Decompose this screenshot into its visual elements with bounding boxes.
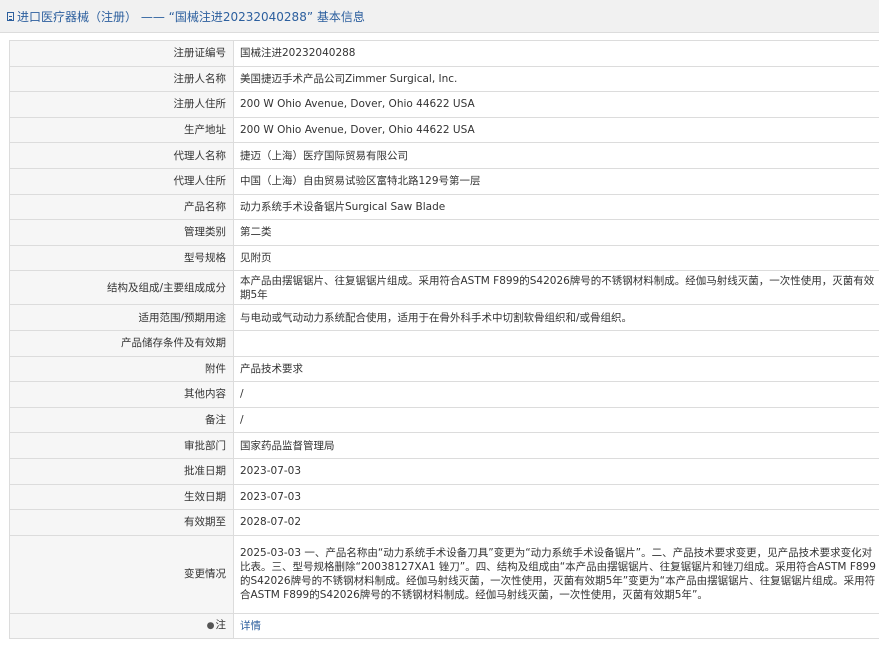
row-value: 2023-07-03 — [233, 483, 879, 511]
table-row: 有效期至 2028-07-02 — [9, 509, 879, 536]
table-row: 注册人名称 美国捷迈手术产品公司Zimmer Surgical, Inc. — [9, 65, 879, 93]
note-label: 注 — [215, 619, 227, 632]
table-row: 型号规格 见附页 — [9, 244, 879, 272]
row-label: 代理人住所 — [9, 167, 234, 195]
row-value: 与电动或气动动力系统配合使用，适用于在骨外科手术中切割软骨组织和/或骨组织。 — [233, 304, 879, 331]
row-label: 生效日期 — [9, 483, 234, 511]
details-link[interactable]: 详情 — [240, 620, 261, 632]
page-title-bar: 进口医疗器械（注册） —— “国械注进20232040288” 基本信息 — [0, 0, 879, 33]
row-label: 备注 — [9, 406, 234, 434]
table-row: 其他内容 / — [9, 381, 879, 408]
row-label: 有效期至 — [9, 509, 234, 536]
table-row: 批准日期 2023-07-03 — [9, 457, 879, 485]
row-value: 见附页 — [233, 244, 879, 272]
row-label: 注册人住所 — [9, 91, 234, 118]
row-value: 中国（上海）自由贸易试验区富特北路129号第一层 — [233, 167, 879, 195]
row-value: 国械注进20232040288 — [233, 40, 879, 67]
table-row: 适用范围/预期用途 与电动或气动动力系统配合使用，适用于在骨外科手术中切割软骨组织… — [9, 304, 879, 331]
table-row: 备注 / — [9, 406, 879, 434]
row-value: 动力系统手术设备锯片Surgical Saw Blade — [233, 193, 879, 221]
row-label: 代理人名称 — [9, 142, 234, 169]
table-row: 结构及组成/主要组成成分 本产品由摆锯锯片、往复锯锯片组成。采用符合ASTM F8… — [9, 270, 879, 306]
table-row: 注册证编号 国械注进20232040288 — [9, 40, 879, 67]
row-label: 批准日期 — [9, 457, 234, 485]
note-label-cell: ●注 — [9, 612, 234, 640]
row-label: 审批部门 — [9, 432, 234, 459]
row-value: 2023-07-03 — [233, 457, 879, 485]
row-value: 200 W Ohio Avenue, Dover, Ohio 44622 USA — [233, 91, 879, 118]
document-icon — [7, 11, 14, 21]
row-value: 捷迈（上海）医疗国际贸易有限公司 — [233, 142, 879, 169]
row-label: 适用范围/预期用途 — [9, 304, 234, 331]
table-row: 管理类别 第二类 — [9, 219, 879, 246]
row-value: 200 W Ohio Avenue, Dover, Ohio 44622 USA — [233, 116, 879, 144]
table-row: 附件 产品技术要求 — [9, 355, 879, 383]
info-table: 注册证编号 国械注进20232040288 注册人名称 美国捷迈手术产品公司Zimm… — [9, 40, 879, 640]
row-label: 型号规格 — [9, 244, 234, 272]
row-value: 第二类 — [233, 219, 879, 246]
table-row: 生效日期 2023-07-03 — [9, 483, 879, 511]
page-title: 进口医疗器械（注册） —— “国械注进20232040288” 基本信息 — [17, 9, 365, 24]
row-label: 注册证编号 — [9, 40, 234, 67]
table-row: 产品储存条件及有效期 — [9, 329, 879, 357]
table-row: 产品名称 动力系统手术设备锯片Surgical Saw Blade — [9, 193, 879, 221]
row-label: 管理类别 — [9, 219, 234, 246]
row-label: 注册人名称 — [9, 65, 234, 93]
table-row: 代理人名称 捷迈（上海）医疗国际贸易有限公司 — [9, 142, 879, 169]
table-row: 审批部门 国家药品监督管理局 — [9, 432, 879, 459]
note-row: ●注 详情 — [9, 612, 879, 640]
pin-icon: ● — [206, 621, 215, 632]
row-value: 产品技术要求 — [233, 355, 879, 383]
row-label: 生产地址 — [9, 116, 234, 144]
table-row: 生产地址 200 W Ohio Avenue, Dover, Ohio 44622… — [9, 116, 879, 144]
row-value: 美国捷迈手术产品公司Zimmer Surgical, Inc. — [233, 65, 879, 93]
row-value: 本产品由摆锯锯片、往复锯锯片组成。采用符合ASTM F899的S42026牌号的… — [233, 270, 879, 306]
row-value: 2028-07-02 — [233, 509, 879, 536]
row-label: 附件 — [9, 355, 234, 383]
table-row: 代理人住所 中国（上海）自由贸易试验区富特北路129号第一层 — [9, 167, 879, 195]
table-row: 变更情况 2025-03-03 一、产品名称由“动力系统手术设备刀具”变更为“动力… — [9, 534, 879, 614]
table-row: 注册人住所 200 W Ohio Avenue, Dover, Ohio 4462… — [9, 91, 879, 118]
row-value: 国家药品监督管理局 — [233, 432, 879, 459]
row-label: 变更情况 — [9, 534, 234, 614]
row-value — [233, 329, 879, 357]
row-value: / — [233, 381, 879, 408]
row-label: 结构及组成/主要组成成分 — [9, 270, 234, 306]
row-value: 2025-03-03 一、产品名称由“动力系统手术设备刀具”变更为“动力系统手术… — [233, 534, 879, 614]
row-value: / — [233, 406, 879, 434]
row-label: 其他内容 — [9, 381, 234, 408]
note-value: 详情 — [233, 612, 879, 640]
row-label: 产品名称 — [9, 193, 234, 221]
row-label: 产品储存条件及有效期 — [9, 329, 234, 357]
